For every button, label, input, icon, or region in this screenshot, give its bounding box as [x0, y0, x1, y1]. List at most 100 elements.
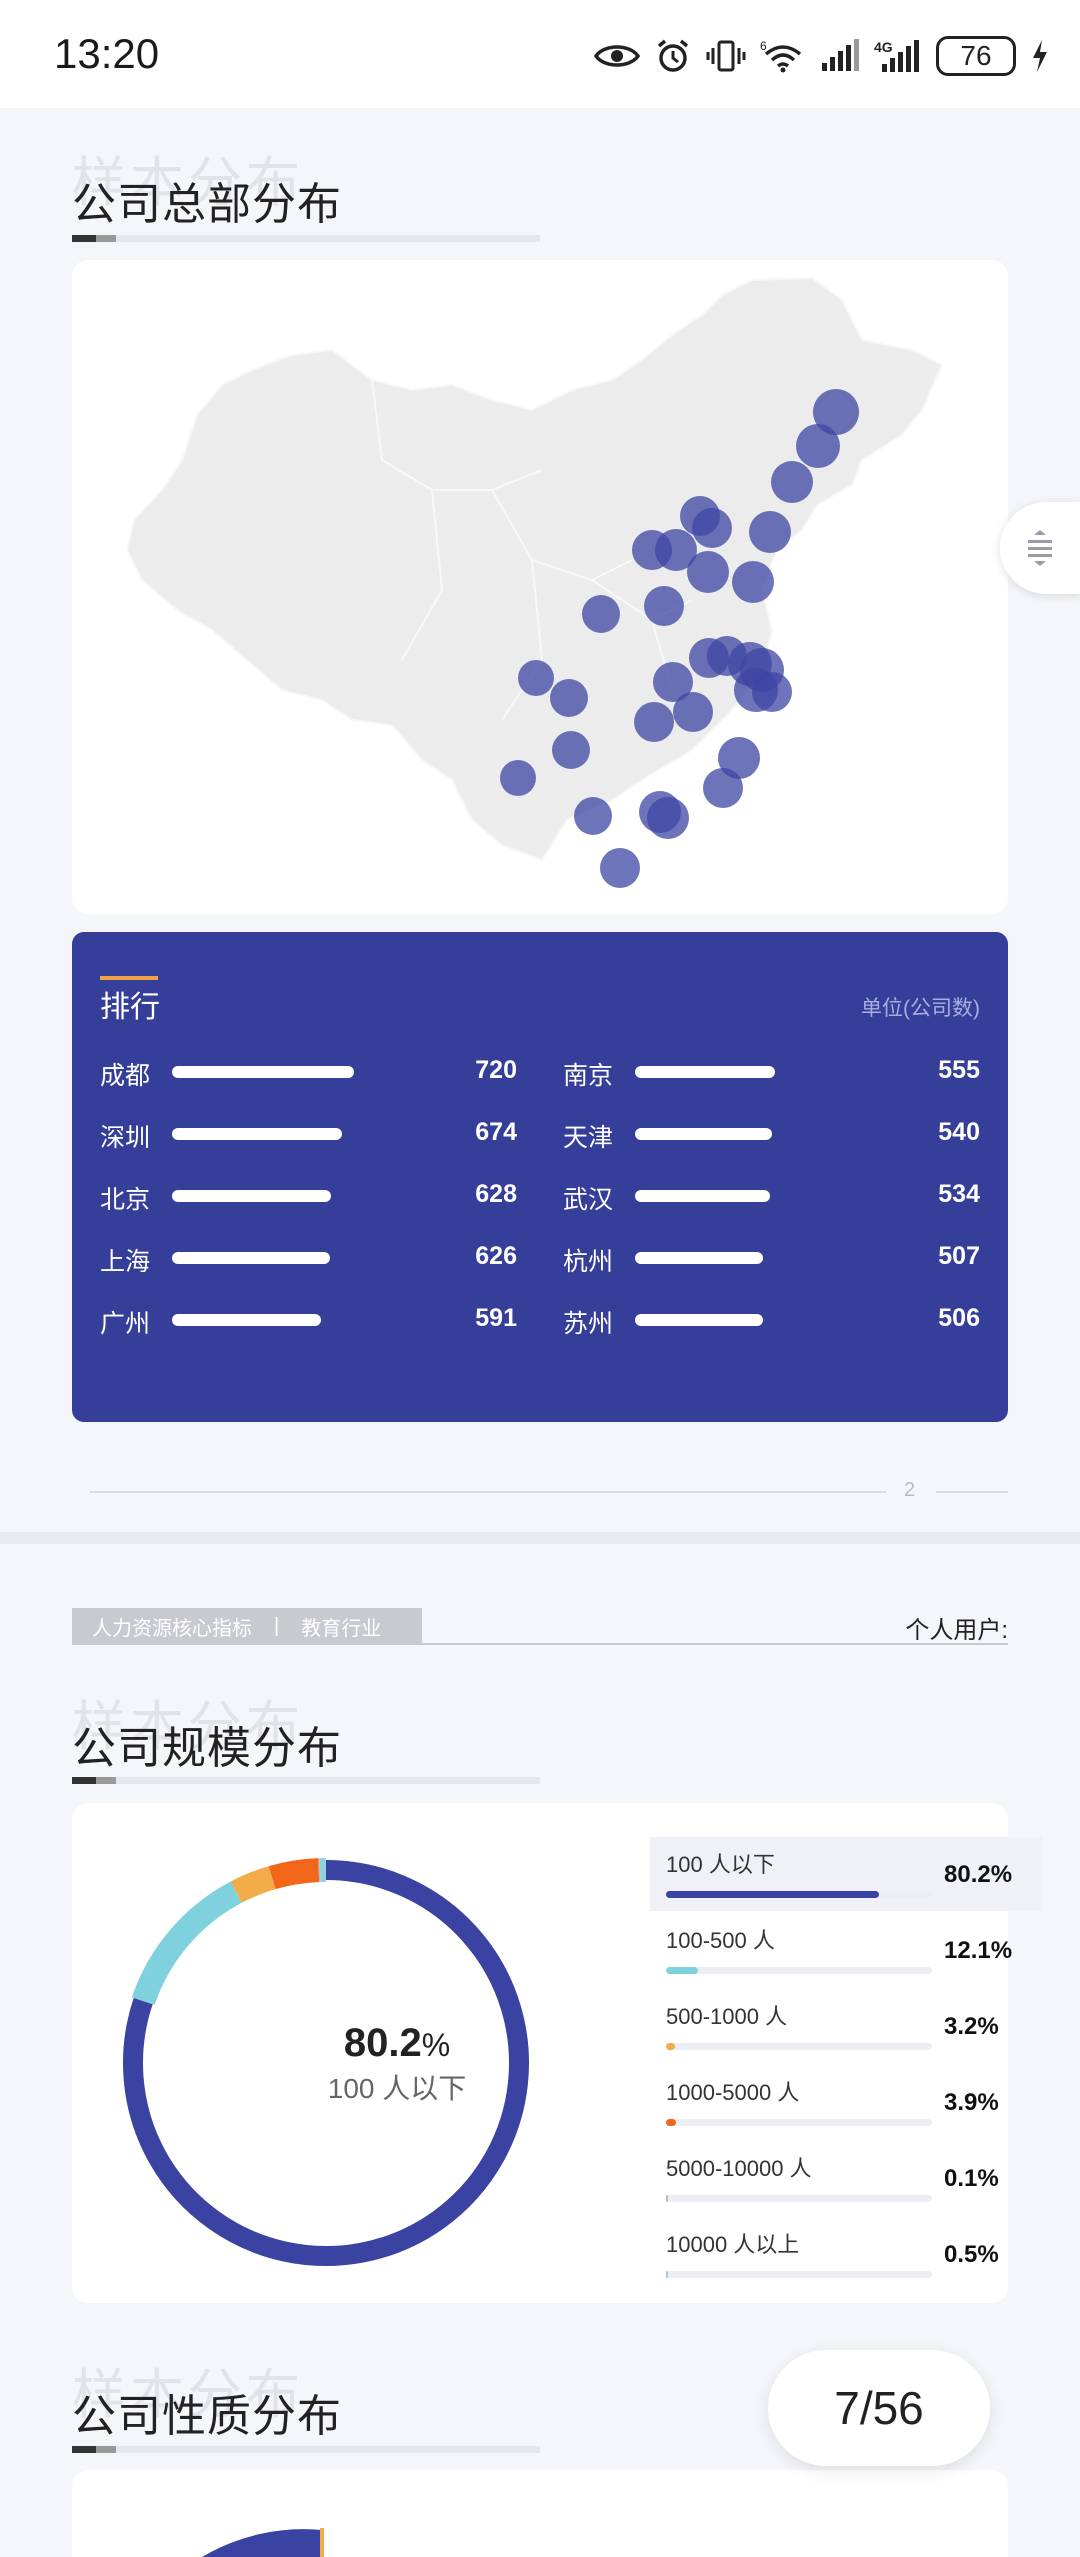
menu-handle-icon: [1028, 530, 1052, 566]
ranking-bar: [172, 1314, 321, 1326]
page-number: 2: [904, 1479, 916, 1501]
ranking-value: 540: [938, 1118, 980, 1146]
ranking-bar: [172, 1128, 342, 1140]
legend-item[interactable]: 1000-5000 人 3.9%: [650, 2065, 1042, 2139]
header-tag: 人力资源核心指标 | 教育行业: [72, 1608, 422, 1644]
ranking-bar: [635, 1190, 770, 1202]
ranking-value: 674: [475, 1118, 517, 1146]
section-title-hq: 样本分布 公司总部分布: [72, 153, 342, 232]
ranking-row: 深圳 674: [100, 1114, 517, 1154]
status-icons: 6 4G 76: [594, 28, 1050, 84]
ranking-row: 成都 720: [100, 1052, 517, 1092]
legend-item[interactable]: 100-500 人 12.1%: [650, 1913, 1042, 1987]
page-indicator[interactable]: 7/56: [768, 2350, 990, 2466]
ranking-bar: [635, 1066, 775, 1078]
ranking-value: 626: [475, 1242, 517, 1270]
map-card: [72, 260, 1008, 914]
charging-icon: [1033, 40, 1047, 72]
ranking-row: 天津 540: [563, 1114, 980, 1154]
ranking-city: 深圳: [100, 1124, 151, 1152]
vibrate-icon: [706, 40, 746, 72]
legend-label: 5000-10000 人: [666, 2156, 812, 2181]
signal-4g-icon: 4G: [874, 39, 919, 72]
donut-center-value: 80.2%: [222, 2021, 572, 2066]
ranking-bar: [635, 1314, 763, 1326]
legend-label: 10000 人以上: [666, 2232, 800, 2257]
ranking-city: 南京: [563, 1062, 614, 1090]
section-title-size: 样本分布 公司规模分布: [72, 1697, 342, 1776]
legend-percent: 12.1%: [944, 1937, 1013, 1964]
donut-center-unit: %: [421, 2027, 451, 2063]
title-underline: [72, 1777, 540, 1784]
tag-right: 教育行业: [301, 1617, 382, 1640]
ranking-row: 广州 591: [100, 1300, 517, 1340]
ranking-row: 苏州 506: [563, 1300, 980, 1340]
ranking-value: 628: [475, 1180, 517, 1208]
ranking-bar: [172, 1190, 331, 1202]
legend-track: [666, 2043, 932, 2050]
donut-slice[interactable]: [230, 1866, 276, 1903]
legend-item[interactable]: 500-1000 人 3.2%: [650, 1989, 1042, 2063]
ranking-value: 534: [938, 1180, 980, 1208]
legend-item[interactable]: 10000 人以上 0.5%: [650, 2217, 1042, 2291]
section-title-nature: 样本分布 公司性质分布: [72, 2365, 342, 2444]
tag-left: 人力资源核心指标: [92, 1617, 252, 1640]
svg-text:4G: 4G: [874, 39, 893, 55]
donut-center-label: 100 人以下: [327, 2073, 467, 2104]
legend-item[interactable]: 100 人以下 80.2%: [650, 1837, 1042, 1911]
nature-chart-card: [72, 2470, 1008, 2557]
legend-percent: 3.9%: [944, 2089, 999, 2116]
donut-center-number: 80.2: [343, 2021, 422, 2065]
ranking-city: 苏州: [563, 1310, 614, 1338]
legend-track: [666, 2119, 932, 2126]
ranking-value: 555: [938, 1056, 980, 1084]
ranking-row: 南京 555: [563, 1052, 980, 1092]
size-chart-card: 80.2% 100 人以下 100 人以下 80.2% 100-500 人 12.1%…: [72, 1803, 1042, 2303]
ranking-bar: [172, 1252, 330, 1264]
page-gap: [0, 1532, 1080, 1544]
ranking-value: 591: [475, 1304, 517, 1332]
legend-track: [666, 1967, 932, 1974]
nature-donut-chart: [202, 2528, 324, 2557]
ranking-city: 上海: [100, 1248, 151, 1276]
ranking-row: 北京 628: [100, 1176, 517, 1216]
ranking-row: 杭州 507: [563, 1238, 980, 1278]
ranking-title: 排行: [100, 991, 160, 1024]
page-divider: [90, 1491, 886, 1493]
eye-icon: [594, 45, 640, 67]
donut-slice[interactable]: [131, 1881, 242, 2006]
page-title: 公司总部分布: [72, 180, 342, 229]
page-title: 公司规模分布: [72, 1724, 342, 1773]
legend-fill: [666, 2271, 668, 2278]
title-underline: [72, 2446, 540, 2453]
title-underline: [72, 235, 540, 242]
ranking-value: 507: [938, 1242, 980, 1270]
user-label: 个人用户:: [905, 1617, 1008, 1644]
wifi-icon: 6: [760, 39, 802, 73]
legend-label: 1000-5000 人: [666, 2080, 800, 2105]
ranking-city: 广州: [100, 1310, 151, 1338]
ranking-city: 成都: [100, 1062, 151, 1090]
legend-label: 100 人以下: [666, 1852, 775, 1877]
donut-slice[interactable]: [268, 1858, 320, 1890]
ranking-bar: [635, 1128, 772, 1140]
legend-label: 100-500 人: [666, 1928, 775, 1953]
page-title: 公司性质分布: [72, 2392, 342, 2441]
battery-icon: 76: [936, 36, 1016, 76]
legend-percent: 80.2%: [944, 1861, 1013, 1888]
ranking-city: 北京: [100, 1186, 151, 1214]
legend-item[interactable]: 5000-10000 人 0.1%: [650, 2141, 1042, 2215]
ranking-city: 天津: [563, 1124, 614, 1152]
signal-icon: [822, 39, 859, 71]
legend-percent: 0.5%: [944, 2241, 999, 2268]
ranking-title-accent: [100, 976, 158, 980]
ranking-value: 506: [938, 1304, 980, 1332]
ranking-row: 武汉 534: [563, 1176, 980, 1216]
tag-separator: |: [274, 1614, 280, 1637]
ranking-city: 武汉: [563, 1186, 614, 1214]
legend-track: [666, 1891, 932, 1898]
legend-fill: [666, 2195, 668, 2202]
legend-percent: 0.1%: [944, 2165, 999, 2192]
side-drawer-handle[interactable]: [1000, 502, 1080, 594]
svg-text:6: 6: [760, 39, 767, 53]
